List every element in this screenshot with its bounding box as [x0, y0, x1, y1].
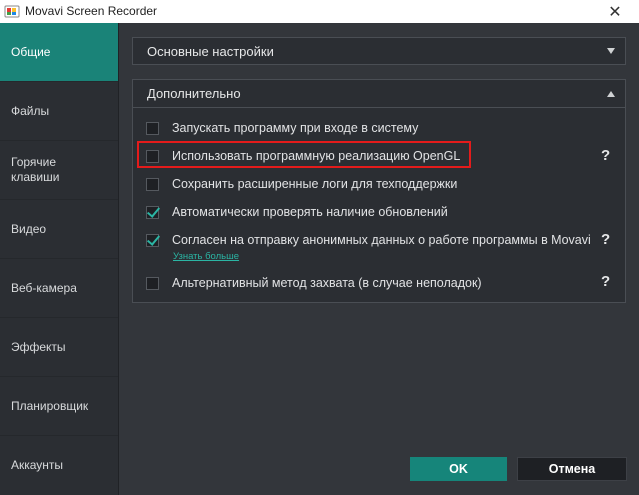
sidebar-item-effects[interactable]: Эффекты	[0, 318, 118, 377]
option-anonymous-data: Согласен на отправку анонимных данных о …	[146, 231, 591, 249]
close-icon[interactable]: ✕	[598, 0, 632, 23]
alt-capture-label: Альтернативный метод захвата (в случае н…	[172, 276, 482, 290]
sidebar-item-general[interactable]: Общие	[0, 23, 118, 82]
app-logo-icon	[4, 5, 20, 18]
sidebar-item-scheduler[interactable]: Планировщик	[0, 377, 118, 436]
option-auto-update: Автоматически проверять наличие обновлен…	[146, 203, 448, 221]
advanced-settings-section-header[interactable]: Дополнительно	[133, 80, 625, 108]
learn-more-link[interactable]: Узнать больше	[173, 251, 239, 262]
option-extended-logs: Сохранить расширенные логи для техподдер…	[146, 175, 457, 193]
software-opengl-label: Использовать программную реализацию Open…	[172, 149, 461, 163]
sidebar: Общие Файлы Горячие клавиши Видео Веб-ка…	[0, 23, 118, 495]
title-bar: Movavi Screen Recorder ✕	[0, 0, 639, 23]
advanced-settings-title: Дополнительно	[147, 86, 241, 101]
chevron-down-icon	[607, 48, 615, 54]
option-autostart: Запускать программу при входе в систему	[146, 119, 418, 137]
sidebar-item-label: Видео	[11, 221, 47, 236]
auto-update-checkbox[interactable]	[146, 205, 159, 219]
chevron-up-icon	[607, 91, 615, 97]
option-alt-capture: Альтернативный метод захвата (в случае н…	[146, 274, 482, 292]
sidebar-item-webcam[interactable]: Веб-камера	[0, 259, 118, 318]
auto-update-label: Автоматически проверять наличие обновлен…	[172, 205, 448, 219]
sidebar-item-files[interactable]: Файлы	[0, 82, 118, 141]
cancel-button[interactable]: Отмена	[517, 457, 627, 481]
anonymous-data-label: Согласен на отправку анонимных данных о …	[172, 233, 591, 247]
extended-logs-checkbox[interactable]	[146, 177, 159, 191]
sidebar-item-label: Эффекты	[11, 339, 66, 354]
autostart-checkbox[interactable]	[146, 121, 159, 135]
sidebar-item-label: Горячие клавиши	[11, 155, 60, 184]
basic-settings-section-header[interactable]: Основные настройки	[132, 37, 626, 65]
sidebar-item-label: Общие	[11, 44, 51, 59]
anonymous-data-checkbox[interactable]	[146, 233, 159, 247]
sidebar-item-label: Веб-камера	[11, 280, 77, 295]
sidebar-item-video[interactable]: Видео	[0, 200, 118, 259]
ok-button[interactable]: OK	[410, 457, 507, 481]
sidebar-item-label: Файлы	[11, 103, 50, 118]
alt-capture-help-icon[interactable]: ?	[601, 273, 610, 290]
sidebar-item-label: Аккаунты	[11, 458, 64, 472]
sidebar-item-hotkeys[interactable]: Горячие клавиши	[0, 141, 118, 200]
opengl-help-icon[interactable]: ?	[601, 147, 610, 164]
window-title: Movavi Screen Recorder	[25, 4, 158, 18]
sidebar-item-label: Планировщик	[11, 398, 89, 413]
anonymous-data-help-icon[interactable]: ?	[601, 231, 610, 248]
software-opengl-checkbox[interactable]	[146, 149, 159, 163]
sidebar-item-accounts[interactable]: Аккаунты	[0, 436, 118, 495]
option-software-opengl: Использовать программную реализацию Open…	[146, 147, 460, 165]
basic-settings-title: Основные настройки	[147, 43, 274, 59]
extended-logs-label: Сохранить расширенные логи для техподдер…	[172, 177, 458, 191]
alt-capture-checkbox[interactable]	[146, 276, 159, 290]
autostart-label: Запускать программу при входе в систему	[172, 121, 419, 135]
